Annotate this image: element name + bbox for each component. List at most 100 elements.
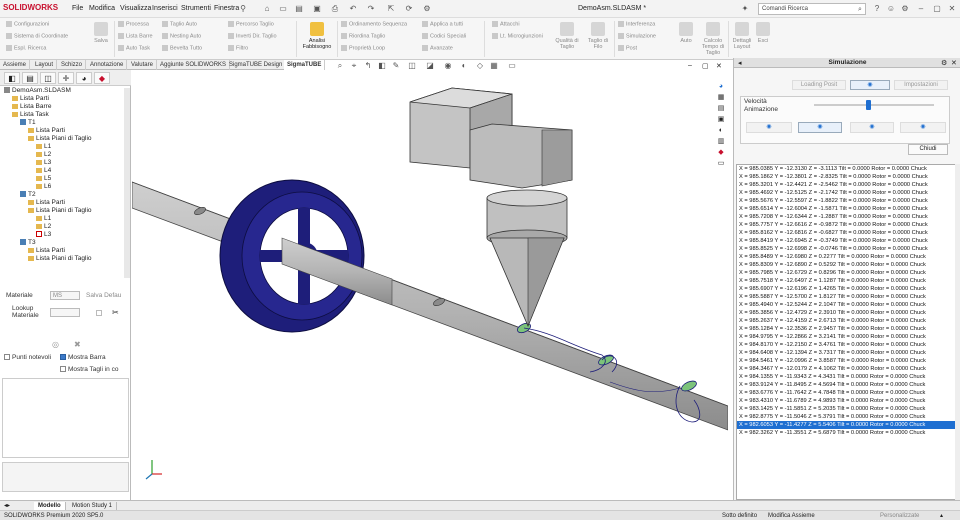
ribbon-microgiunzioni[interactable]: Lt. Microgiunzioni: [492, 33, 543, 39]
materiale-select[interactable]: MS: [50, 291, 80, 300]
ribbon-riordina[interactable]: Riordina Taglio: [341, 33, 385, 39]
tree-item[interactable]: Lista Piani di Taglio: [4, 255, 124, 263]
view-settings-icon[interactable]: ▦: [490, 62, 498, 70]
lookup-materiale-input[interactable]: [50, 308, 80, 317]
viewport-minimize-icon[interactable]: –: [688, 62, 692, 69]
position-row[interactable]: X = 984.8170 Y = -12.2150 Z = 3.4761 Til…: [737, 341, 955, 349]
section-view-icon[interactable]: ◧: [378, 62, 386, 70]
ribbon-lista-barre[interactable]: Lista Barre: [118, 33, 153, 39]
position-row[interactable]: X = 984.1355 Y = -11.9343 Z = 4.3431 Til…: [737, 373, 955, 381]
menu-inserisci[interactable]: Inserisci: [152, 5, 178, 12]
ribbon-proprieta-loop[interactable]: Proprietà Loop: [341, 45, 385, 51]
ribbon-interferenza[interactable]: Interferenza: [618, 21, 655, 27]
scene-icon[interactable]: ◇: [476, 62, 484, 70]
dimxpert-tab-icon[interactable]: ✛: [58, 72, 74, 84]
speed-slider-track[interactable]: [814, 104, 934, 106]
tab-assieme[interactable]: Assieme: [0, 60, 31, 70]
play-mode-button[interactable]: ◉: [850, 80, 890, 90]
save-icon[interactable]: ▣: [312, 4, 322, 14]
ribbon-auto-task[interactable]: Auto Task: [118, 45, 150, 51]
position-row[interactable]: X = 985.2637 Y = -12.4159 Z = 2.6713 Til…: [737, 317, 955, 325]
file-explorer-icon[interactable]: ▤: [716, 104, 726, 113]
tab-schizzo[interactable]: Schizzo: [58, 60, 87, 70]
dynamic-annotation-icon[interactable]: ✎: [392, 62, 400, 70]
position-list[interactable]: X = 985.0385 Y = -12.3130 Z = -3.1113 Ti…: [736, 164, 956, 500]
tools-icon[interactable]: ✂: [112, 308, 119, 317]
minimize-icon[interactable]: –: [916, 4, 926, 14]
ribbon-esci-button[interactable]: Esci: [754, 22, 772, 44]
position-row[interactable]: X = 985.5676 Y = -12.5597 Z = -1.8822 Ti…: [737, 197, 955, 205]
menu-finestra[interactable]: Finestra: [214, 5, 239, 12]
solidworks-logo[interactable]: SOLIDWORKS: [3, 3, 58, 12]
help-search-icon[interactable]: ✦: [740, 4, 750, 14]
tree-item[interactable]: L3: [4, 231, 124, 239]
ribbon-inverti-dir[interactable]: Inverti Dir. Taglio: [228, 33, 277, 39]
chiudi-button[interactable]: Chiudi: [908, 144, 948, 155]
hide-show-icon[interactable]: ◉: [444, 62, 452, 70]
play-button[interactable]: ◉: [798, 122, 842, 133]
mostra-barra-checkbox[interactable]: Mostra Barra: [60, 354, 106, 361]
settings-icon[interactable]: ⚙: [900, 4, 910, 14]
ribbon-espl-ricerca[interactable]: Espl. Ricerca: [6, 45, 46, 51]
position-row[interactable]: X = 985.6907 Y = -12.6196 Z = 1.4265 Til…: [737, 285, 955, 293]
zoom-area-icon[interactable]: ⌖: [350, 62, 358, 70]
position-row[interactable]: X = 985.8309 Y = -12.6890 Z = 0.5292 Til…: [737, 261, 955, 269]
tree-item[interactable]: L6: [4, 183, 124, 191]
tree-item[interactable]: L5: [4, 175, 124, 183]
position-row[interactable]: X = 982.3262 Y = -11.3551 Z = 5.6879 Til…: [737, 429, 955, 437]
configuration-tab-icon[interactable]: ◫: [40, 72, 56, 84]
tab-layout[interactable]: Layout: [32, 60, 58, 70]
position-row[interactable]: X = 985.0385 Y = -12.3130 Z = -3.1113 Ti…: [737, 165, 955, 173]
tree-item[interactable]: Lista Parti: [4, 127, 124, 135]
tree-scrollbar[interactable]: [124, 88, 130, 278]
position-row[interactable]: X = 983.4310 Y = -11.6789 Z = 4.9893 Til…: [737, 397, 955, 405]
rewind-button[interactable]: ◉: [746, 122, 792, 133]
position-row[interactable]: X = 985.6514 Y = -12.6004 Z = -1.5871 Ti…: [737, 205, 955, 213]
edit-appearance-icon[interactable]: ◐: [460, 62, 468, 70]
position-row[interactable]: X = 984.9795 Y = -12.2866 Z = 3.2141 Til…: [737, 333, 955, 341]
position-row[interactable]: X = 985.8489 Y = -12.6980 Z = 0.2277 Til…: [737, 253, 955, 261]
tree-item[interactable]: L1: [4, 215, 124, 223]
tree-item[interactable]: Lista Task: [4, 111, 124, 119]
graphics-viewport[interactable]: [131, 70, 729, 500]
tree-item[interactable]: T3: [4, 239, 124, 247]
sigmatube-pane-icon[interactable]: ◆: [716, 148, 726, 157]
tree-item[interactable]: L2: [4, 223, 124, 231]
zoom-fit-icon[interactable]: ⌕: [336, 62, 344, 70]
ribbon-filtro[interactable]: Filtro: [228, 45, 248, 51]
tree-item[interactable]: Lista Piani di Taglio: [4, 135, 124, 143]
property-manager-tab-icon[interactable]: ▤: [22, 72, 38, 84]
print-icon[interactable]: ⎙: [330, 4, 340, 14]
command-search-input[interactable]: Comandi Ricerca: [758, 3, 866, 15]
feature-tree-tab-icon[interactable]: ◧: [4, 72, 20, 84]
tab-sigmatube-design[interactable]: SigmaTUBE Design: [226, 60, 287, 70]
ribbon-avanzate[interactable]: Avanzate: [422, 45, 453, 51]
collapse-icon[interactable]: ◂: [738, 59, 742, 67]
position-row[interactable]: X = 982.6053 Y = -11.4277 Z = 5.5406 Til…: [737, 421, 955, 429]
appearances-icon[interactable]: ◐: [716, 126, 726, 135]
ribbon-configurazioni[interactable]: Configurazioni: [6, 21, 49, 27]
position-row[interactable]: X = 985.8525 Y = -12.6998 Z = -0.0746 Ti…: [737, 245, 955, 253]
tube-bar[interactable]: [131, 181, 729, 431]
ribbon-codici-speciali[interactable]: Codici Speciali: [422, 33, 466, 39]
ribbon-bevelta-tutto[interactable]: Bevelta Tutto: [162, 45, 202, 51]
ribbon-nesting-auto[interactable]: Nesting Auto: [162, 33, 201, 39]
options-icon[interactable]: ⚙: [422, 4, 432, 14]
position-row[interactable]: X = 982.8775 Y = -11.5046 Z = 5.3791 Til…: [737, 413, 955, 421]
position-row[interactable]: X = 985.1862 Y = -12.3801 Z = -2.8325 Ti…: [737, 173, 955, 181]
position-row[interactable]: X = 984.5461 Y = -12.0996 Z = 3.8587 Til…: [737, 357, 955, 365]
viewport-canvas[interactable]: [131, 70, 729, 500]
design-library-icon[interactable]: ▦: [716, 93, 726, 102]
ribbon-sistema-coordinate[interactable]: Sistema di Coordinate: [6, 33, 68, 39]
position-row[interactable]: X = 984.3467 Y = -12.0179 Z = 4.1062 Til…: [737, 365, 955, 373]
sigmatube-tab-icon[interactable]: ◆: [94, 72, 110, 84]
ribbon-calcolo-tempo-button[interactable]: Calcolo Tempo di Taglio: [700, 22, 726, 56]
position-row[interactable]: X = 985.8162 Y = -12.6816 Z = -0.6827 Ti…: [737, 229, 955, 237]
tree-item[interactable]: Lista Parti: [4, 199, 124, 207]
monitor-icon[interactable]: ▭: [508, 62, 516, 70]
view-orientation-icon[interactable]: ◫: [408, 62, 416, 70]
menu-modifica[interactable]: Modifica: [89, 5, 115, 12]
ribbon-post[interactable]: Post: [618, 45, 637, 51]
home-icon[interactable]: ⌂: [262, 4, 272, 14]
close-panel-icon[interactable]: ✕: [951, 59, 957, 67]
